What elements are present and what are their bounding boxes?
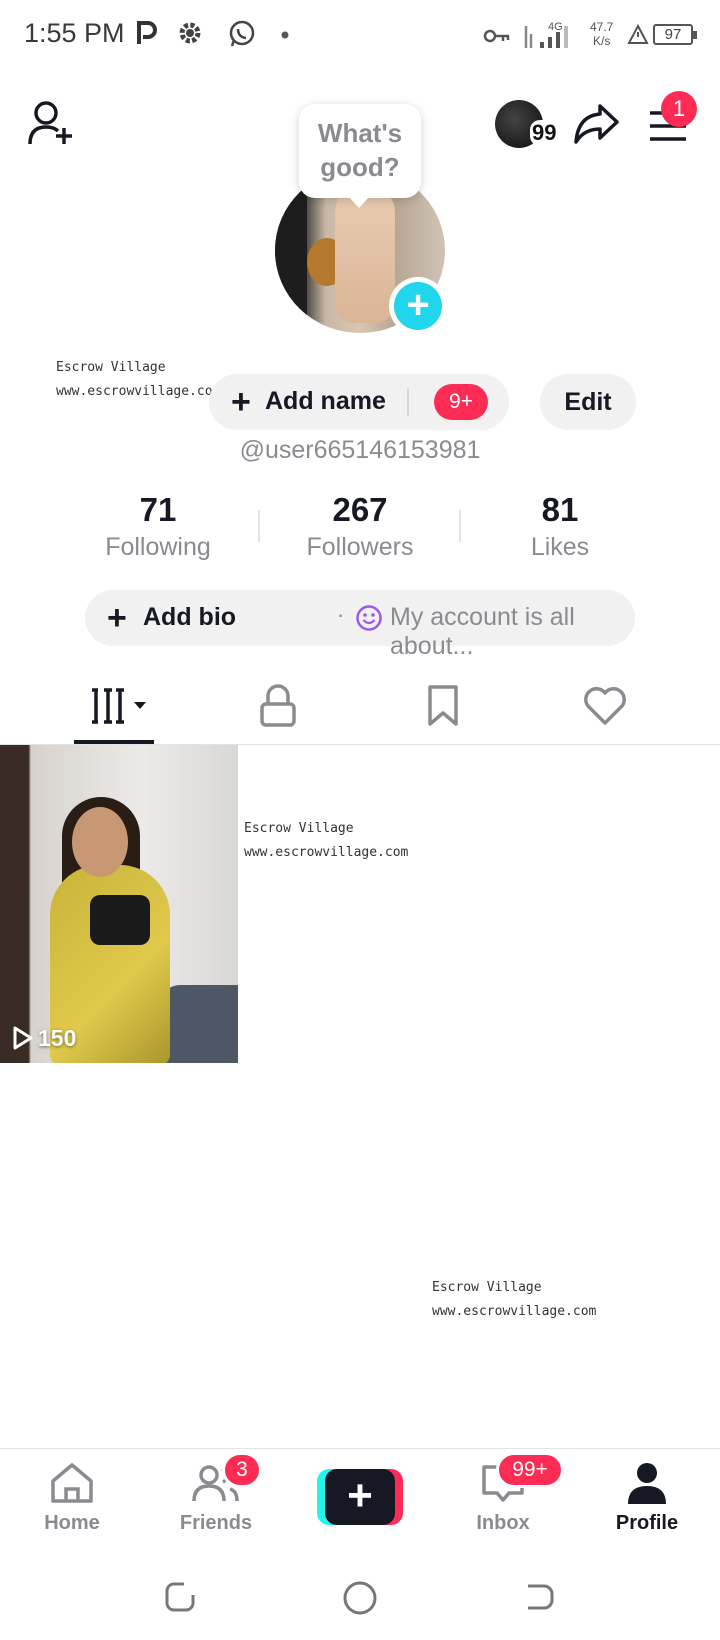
- gear-icon: [179, 22, 201, 44]
- network-type: 4G: [548, 21, 563, 33]
- add-name-button[interactable]: + Add name 9+: [209, 374, 509, 430]
- grid-icon: [92, 688, 146, 724]
- network-speed-unit: K/s: [593, 34, 611, 48]
- watermark-line2: www.escrowvillage.com: [56, 384, 221, 399]
- watermark: Escrow Village www.escrowvillage.com: [432, 1276, 596, 1324]
- watermark-line2: www.escrowvillage.com: [244, 845, 409, 860]
- bio-hint: My account is all about...: [390, 603, 575, 660]
- inbox-badge: 99+: [496, 1452, 564, 1488]
- bubble-text-line1: What's: [317, 118, 403, 148]
- signal-icon: 4G: [524, 21, 568, 48]
- network-speed: 47.7 K/s: [590, 20, 613, 48]
- watermark-line1: Escrow Village: [56, 360, 166, 375]
- stat-value: 267: [332, 491, 388, 528]
- active-tab-indicator: [74, 740, 154, 744]
- dot-icon: [281, 31, 289, 39]
- bookmark-icon: [428, 685, 458, 726]
- bottom-nav: Home Friends 3 + Inbox 99+ Profile: [0, 1448, 720, 1558]
- whatsapp-icon: [229, 20, 255, 47]
- nav-inbox-label: Inbox: [476, 1512, 530, 1534]
- heart-icon: [584, 687, 626, 725]
- stat-likes[interactable]: 81 Likes: [460, 490, 660, 564]
- stat-value: 71: [139, 491, 177, 528]
- stat-followers[interactable]: 267 Followers: [260, 490, 460, 564]
- edit-label: Edit: [564, 388, 612, 416]
- smiley-icon: [356, 605, 382, 631]
- plus-icon: +: [107, 599, 127, 637]
- plus-icon: +: [394, 282, 442, 330]
- nav-home-label: Home: [44, 1512, 100, 1534]
- stat-label: Following: [105, 533, 211, 561]
- edit-profile-button[interactable]: Edit: [540, 374, 636, 430]
- add-avatar-button[interactable]: +: [389, 277, 447, 335]
- nav-home[interactable]: Home: [7, 1461, 137, 1535]
- chevron-down-icon: [134, 702, 146, 709]
- nav-profile-label: Profile: [615, 1512, 679, 1534]
- menu-badge: 1: [661, 91, 697, 127]
- lock-icon: [260, 684, 296, 727]
- key-icon: [483, 29, 510, 43]
- mini-avatar-count: 99: [530, 120, 559, 146]
- video-views-count: 150: [38, 1025, 77, 1051]
- stat-label: Likes: [530, 533, 590, 561]
- battery-indicator: 97: [653, 24, 697, 45]
- profile-icon: [628, 1463, 666, 1504]
- tab-videos-grid[interactable]: [74, 670, 154, 744]
- status-bar: 1:55 PM 4G 47.7 K/s 97: [0, 0, 720, 74]
- tab-saved[interactable]: [403, 670, 483, 744]
- bubble-text-line2: good?: [320, 152, 400, 182]
- network-speed-value: 47.7: [590, 20, 614, 34]
- add-name-label: Add name: [265, 387, 386, 415]
- video-thumbnail[interactable]: 150: [0, 745, 238, 1063]
- p-app-icon: [137, 21, 157, 44]
- add-user-icon[interactable]: [28, 100, 76, 146]
- stat-label: Followers: [306, 533, 414, 561]
- plus-icon: +: [325, 1469, 395, 1525]
- nav-profile[interactable]: Profile: [582, 1461, 712, 1535]
- share-icon[interactable]: [572, 102, 620, 146]
- back-icon[interactable]: [522, 1580, 556, 1614]
- recent-apps-icon[interactable]: [164, 1580, 198, 1614]
- add-bio-label: Add bio: [143, 603, 237, 631]
- video-views: 150: [12, 1025, 76, 1052]
- watermark-line1: Escrow Village: [244, 821, 354, 836]
- status-time: 1:55 PM: [24, 18, 125, 48]
- watermark: Escrow Village www.escrowvillage.com: [56, 356, 220, 404]
- thumb-top: [90, 895, 150, 945]
- play-icon: [13, 1026, 33, 1050]
- watermark-line2: www.escrowvillage.com: [432, 1304, 597, 1319]
- home-circle-icon[interactable]: [342, 1580, 378, 1616]
- profile-tabs: [0, 670, 720, 745]
- add-bio-button[interactable]: + Add bio · My account is all about...: [85, 590, 635, 660]
- watermark: Escrow Village www.escrowvillage.com: [244, 817, 408, 865]
- stat-value: 81: [541, 491, 579, 528]
- thumb-sofa: [160, 985, 238, 1063]
- add-name-badge: 9+: [434, 384, 488, 420]
- friends-badge: 3: [222, 1452, 262, 1488]
- home-icon: [51, 1463, 93, 1503]
- alert-icon: [627, 24, 649, 44]
- stat-following[interactable]: 71 Following: [58, 490, 258, 564]
- system-nav-bar: [0, 1558, 720, 1640]
- username-handle: @user665146153981: [239, 436, 481, 464]
- divider: [407, 388, 409, 416]
- bio-separator: ·: [337, 602, 345, 627]
- thumb-face: [72, 807, 128, 877]
- whats-good-bubble[interactable]: What's good?: [299, 104, 421, 208]
- plus-icon: +: [231, 383, 251, 421]
- watermark-line1: Escrow Village: [432, 1280, 542, 1295]
- nav-friends-label: Friends: [179, 1512, 253, 1534]
- create-button[interactable]: +: [317, 1469, 403, 1525]
- tab-liked[interactable]: [565, 670, 645, 744]
- tab-private[interactable]: [238, 670, 318, 744]
